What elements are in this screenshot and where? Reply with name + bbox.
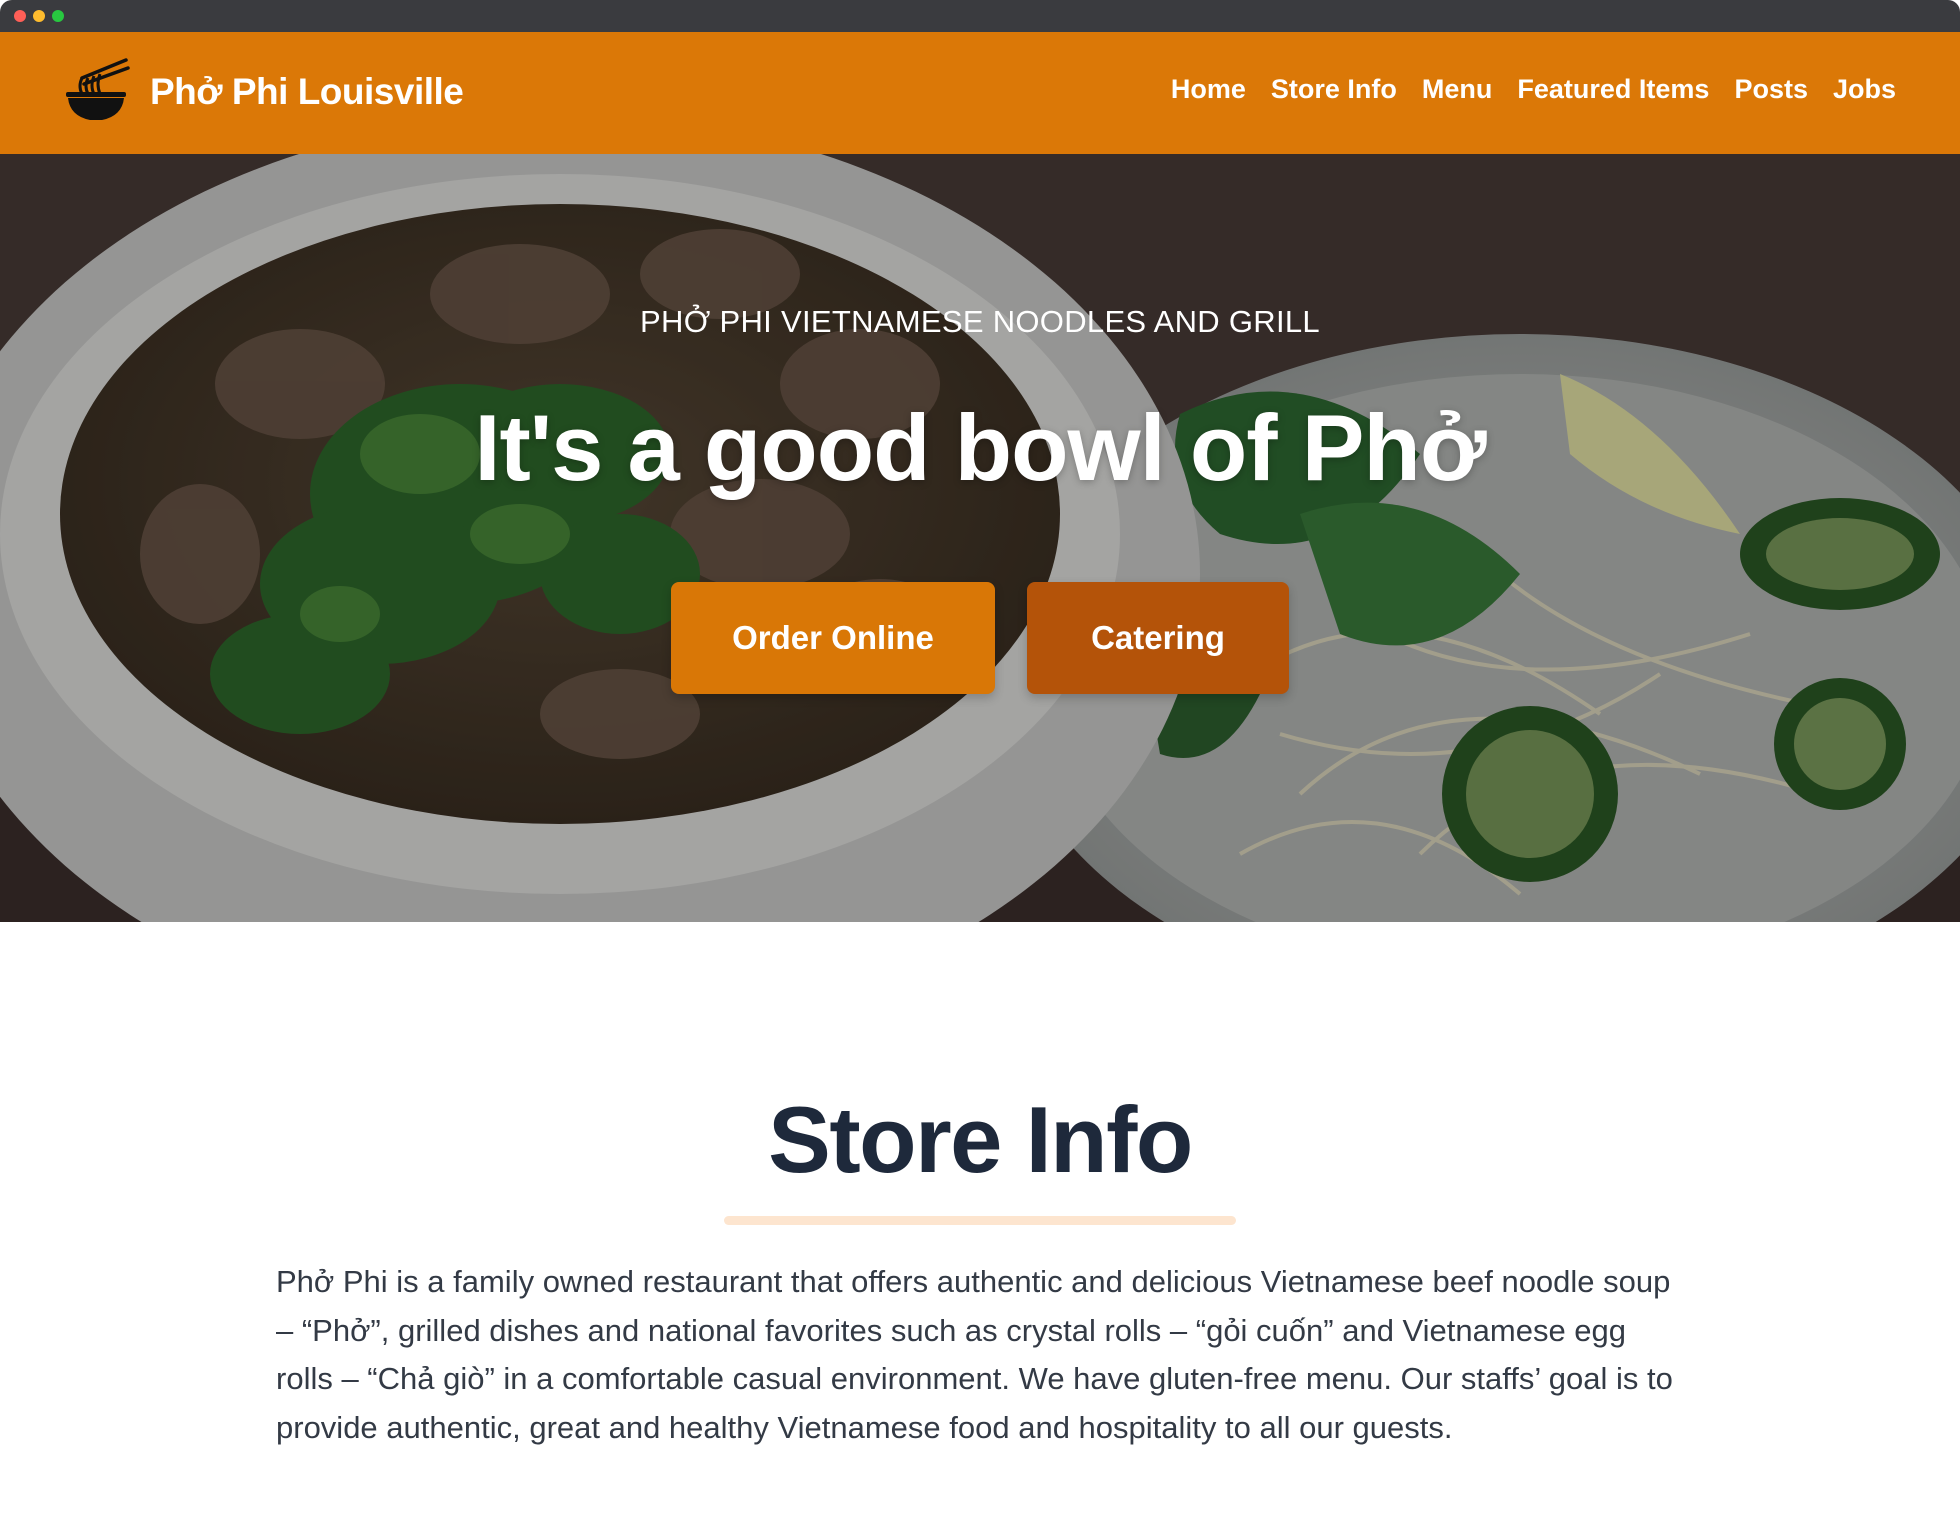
title-underline: [724, 1216, 1236, 1225]
hero-title: It's a good bowl of Phở: [474, 395, 1486, 500]
window-close-button[interactable]: [14, 10, 26, 22]
site-navbar: Phở Phi Louisville Home Store Info Menu …: [0, 32, 1960, 154]
window-maximize-button[interactable]: [52, 10, 64, 22]
main-nav: Home Store Info Menu Featured Items Post…: [1146, 74, 1896, 105]
order-online-button[interactable]: Order Online: [671, 582, 995, 694]
nav-item-posts[interactable]: Posts: [1734, 74, 1808, 105]
nav-item-jobs[interactable]: Jobs: [1833, 74, 1896, 105]
hero-overlay: [0, 154, 1960, 922]
nav-item-home[interactable]: Home: [1171, 74, 1246, 105]
browser-titlebar: [0, 0, 1960, 32]
section-title: Store Info: [768, 1087, 1193, 1192]
store-description: Phở Phi is a family owned restaurant tha…: [276, 1264, 1673, 1445]
nav-item-menu[interactable]: Menu: [1422, 74, 1493, 105]
brand-link[interactable]: Phở Phi Louisville: [62, 56, 464, 129]
noodle-bowl-icon: [62, 56, 130, 129]
hero-eyebrow: PHỞ PHI VIETNAMESE NOODLES AND GRILL: [640, 304, 1320, 339]
hero-section: PHỞ PHI VIETNAMESE NOODLES AND GRILL It'…: [0, 154, 1960, 922]
brand-name: Phở Phi Louisville: [150, 71, 464, 112]
nav-item-store-info[interactable]: Store Info: [1271, 74, 1397, 105]
nav-item-featured-items[interactable]: Featured Items: [1517, 74, 1709, 105]
window-minimize-button[interactable]: [33, 10, 45, 22]
catering-button[interactable]: Catering: [1027, 582, 1289, 694]
